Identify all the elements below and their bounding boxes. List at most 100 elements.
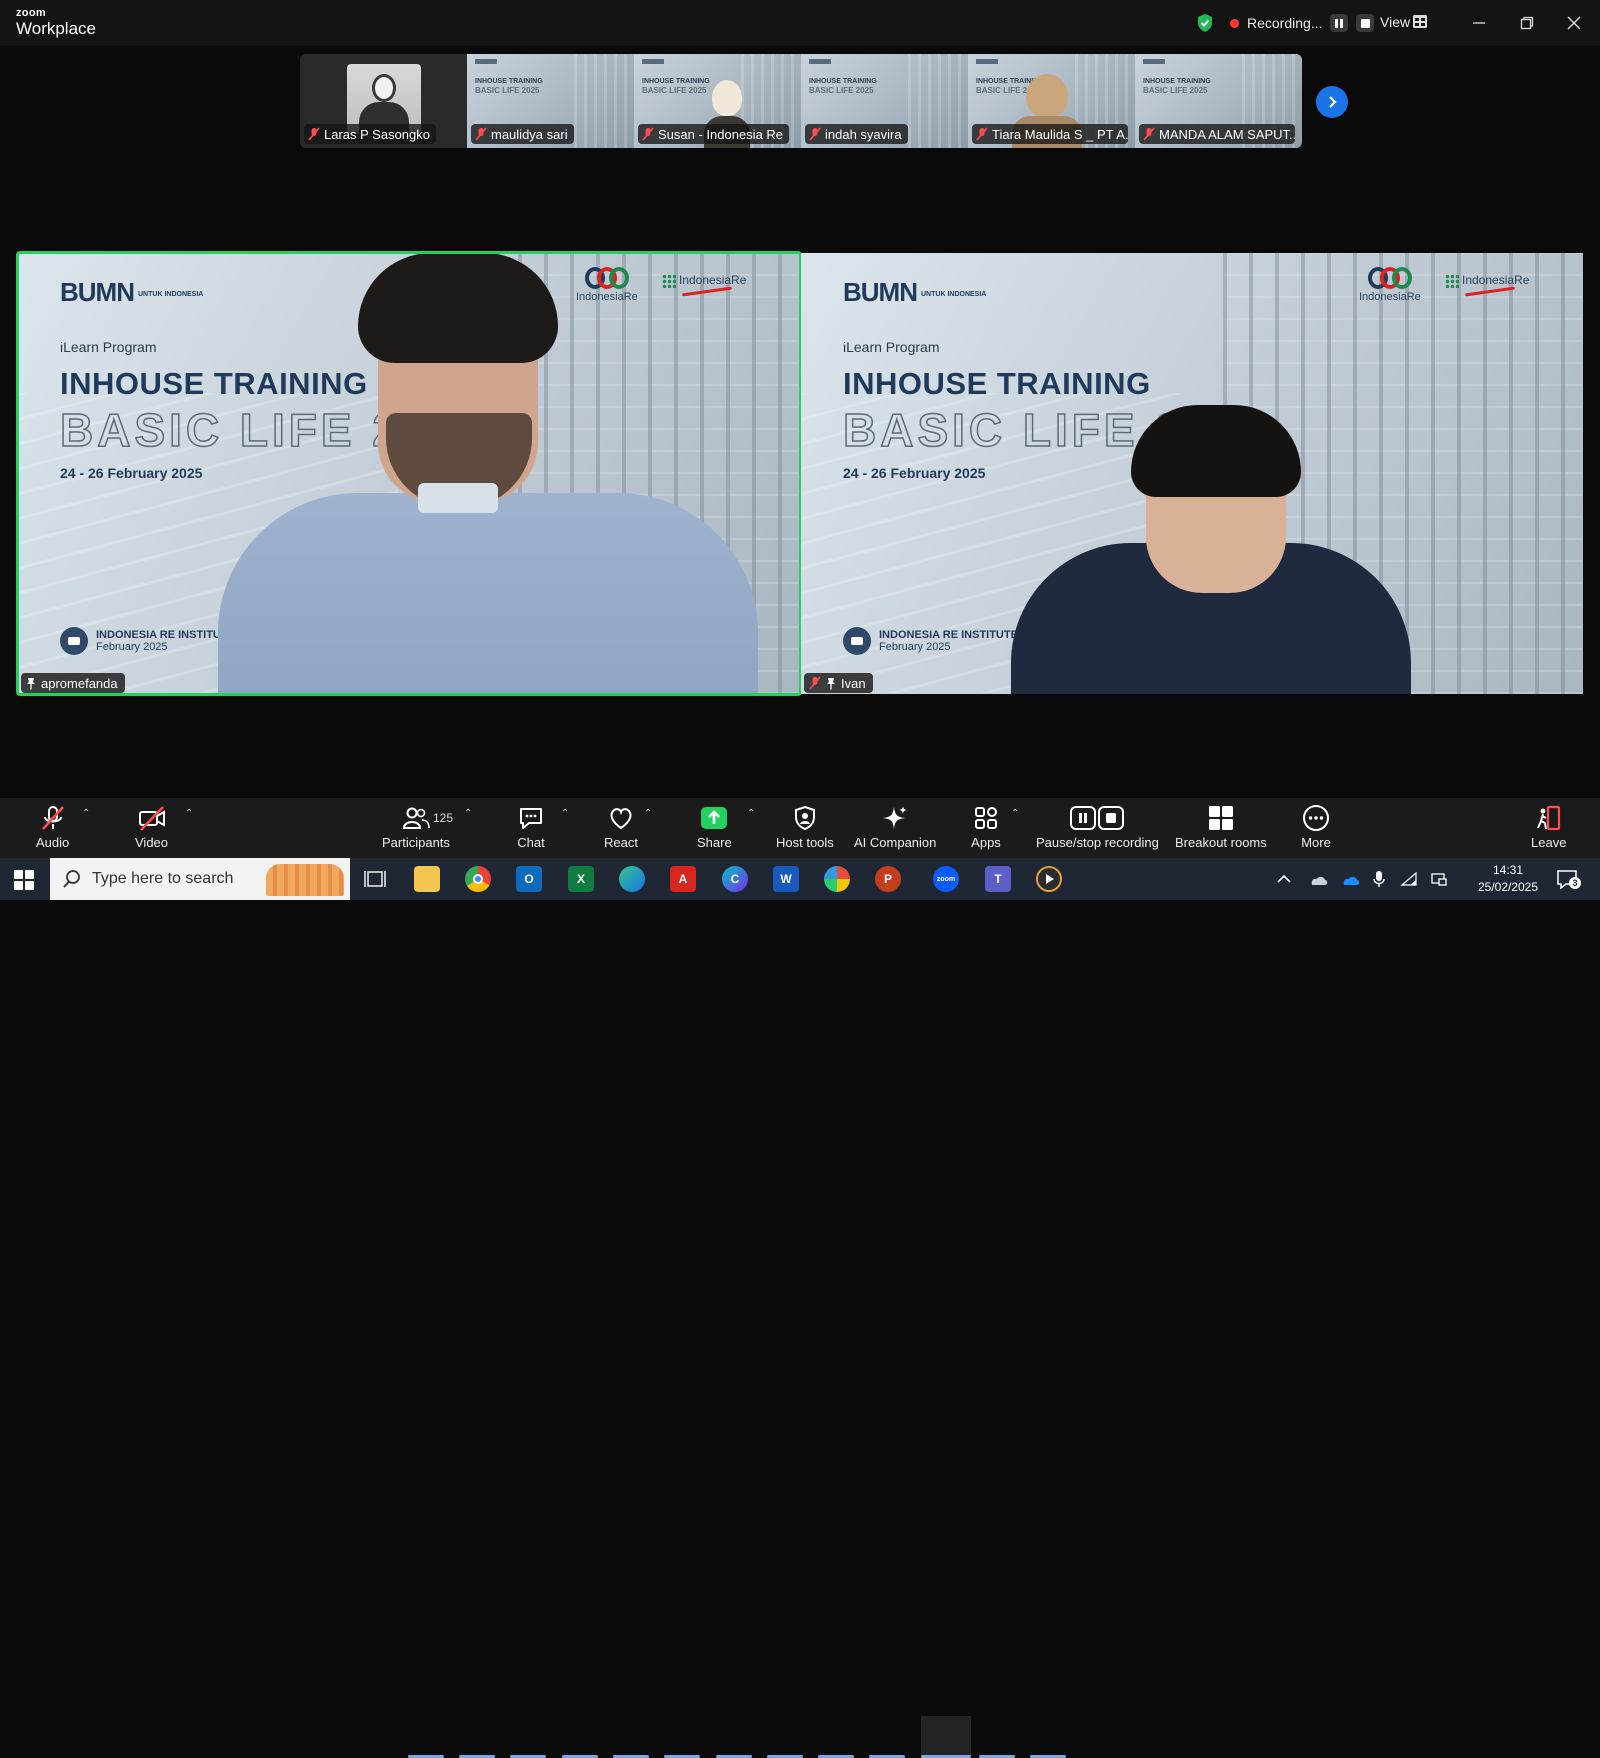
excel-icon[interactable]: X	[568, 866, 594, 892]
share-button[interactable]: Share	[697, 804, 732, 854]
participant-name: Laras P Sasongko	[324, 126, 430, 142]
leave-button[interactable]: Leave	[1531, 804, 1566, 854]
participant-tile[interactable]: INHOUSE TRAINING BASIC LIFE 2025 maulidya…	[467, 54, 634, 148]
more-button[interactable]: More	[1301, 804, 1331, 854]
apps-button[interactable]: Apps	[971, 804, 1001, 854]
clock-time: 14:31	[1492, 863, 1524, 877]
apps-options-caret-icon[interactable]: ⌃	[1011, 808, 1019, 819]
search-placeholder: Type here to search	[92, 870, 234, 887]
indonesia-re-institute-logo: IndonesiaRe	[1445, 273, 1529, 297]
paint-icon[interactable]	[824, 866, 850, 892]
zoom-taskbar-active	[921, 1716, 971, 1758]
muted-mic-icon	[308, 127, 320, 141]
ai-companion-button[interactable]: AI Companion	[854, 804, 936, 854]
participant-name: apromefanda	[41, 675, 118, 691]
word-icon[interactable]: W	[773, 866, 799, 892]
audio-button[interactable]: Audio	[36, 804, 69, 854]
task-view-icon[interactable]	[362, 866, 388, 892]
muted-mic-icon	[475, 127, 487, 141]
bumn-logo: BUMN UNTUK INDONESIA	[60, 277, 203, 308]
react-label: React	[604, 835, 638, 850]
muted-mic-icon	[809, 676, 821, 690]
host-tools-button[interactable]: Host tools	[776, 804, 834, 854]
media-player-icon[interactable]	[1036, 866, 1062, 892]
pause-stop-recording-button[interactable]: Pause/stop recording	[1036, 804, 1159, 854]
restore-button[interactable]	[1516, 12, 1538, 34]
filmstrip-next-button[interactable]	[1316, 86, 1348, 118]
slide-thumb-title: INHOUSE TRAINING	[475, 78, 543, 85]
video-label: Video	[135, 835, 169, 850]
breakout-rooms-button[interactable]: Breakout rooms	[1175, 804, 1267, 854]
shield-check-icon[interactable]	[1196, 13, 1214, 33]
participants-options-caret-icon[interactable]: ⌃	[464, 808, 472, 819]
bumn-text: BUMN	[60, 277, 135, 307]
share-options-caret-icon[interactable]: ⌃	[747, 808, 755, 819]
teams-icon[interactable]: T	[985, 866, 1011, 892]
muted-mic-icon	[642, 127, 654, 141]
close-button[interactable]	[1563, 12, 1585, 34]
edge-icon[interactable]	[619, 866, 645, 892]
breakout-rooms-icon	[1208, 806, 1233, 830]
title-bar: zoom Workplace Recording... View	[0, 0, 1600, 46]
notification-center-button[interactable]: 3	[1556, 868, 1581, 890]
recording-label: Recording...	[1247, 15, 1323, 31]
participant-tile[interactable]: INHOUSE TRAINING BASIC LIFE 2025 indah sy…	[801, 54, 968, 148]
recording-dot-icon	[1230, 18, 1239, 28]
share-label: Share	[697, 835, 732, 850]
stop-recording-button[interactable]	[1356, 14, 1375, 32]
slide-program: iLearn Program	[843, 339, 940, 355]
participant-tile[interactable]: INHOUSE TRAINING BASIC LIFE 2025 Tiara Ma…	[968, 54, 1135, 148]
zoom-icon[interactable]: zoom	[933, 866, 959, 892]
participant-name: indah syavira	[825, 126, 902, 142]
wifi-icon[interactable]	[1400, 871, 1418, 887]
windows-start-icon[interactable]	[14, 870, 34, 890]
participant-filmstrip: Laras P Sasongko INHOUSE TRAINING BASIC L…	[300, 54, 1302, 148]
pin-icon	[827, 677, 835, 689]
slide-thumbnail-title: INHOUSE TRAINING BASIC LIFE 2025	[1143, 78, 1211, 96]
slide-thumbnail-title: INHOUSE TRAINING BASIC LIFE 2025	[642, 78, 710, 96]
chat-options-caret-icon[interactable]: ⌃	[561, 808, 569, 819]
powerpoint-icon[interactable]: P	[875, 866, 901, 892]
chat-button[interactable]: Chat	[516, 804, 546, 854]
bumn-subtext: UNTUK INDONESIA	[138, 290, 204, 298]
indonesia-re-logo: IndonesiaRe	[1359, 267, 1421, 303]
file-explorer-icon[interactable]	[414, 866, 440, 892]
onedrive-icon[interactable]	[1340, 871, 1360, 887]
muted-mic-icon	[41, 806, 64, 830]
participant-tile[interactable]: INHOUSE TRAINING BASIC LIFE 2025 Susan - …	[634, 54, 801, 148]
leave-label: Leave	[1531, 835, 1567, 850]
slide-thumb-subtitle: BASIC LIFE 2025	[642, 86, 707, 96]
audio-options-caret-icon[interactable]: ⌃	[82, 808, 90, 819]
participant-tile[interactable]: INHOUSE TRAINING BASIC LIFE 2025 MANDA AL…	[1135, 54, 1302, 148]
video-options-caret-icon[interactable]: ⌃	[185, 808, 193, 819]
acrobat-icon[interactable]: A	[670, 866, 696, 892]
participant-tile[interactable]: Laras P Sasongko	[300, 54, 467, 148]
taskbar-clock[interactable]: 14:31 25/02/2025	[1470, 862, 1546, 896]
participant-name-tag: Laras P Sasongko	[304, 124, 436, 144]
react-options-caret-icon[interactable]: ⌃	[644, 808, 652, 819]
chrome-icon[interactable]	[465, 866, 491, 892]
pause-icon	[1335, 18, 1344, 28]
video-button[interactable]: Video	[135, 804, 168, 854]
canva-icon[interactable]: C	[722, 866, 748, 892]
pause-recording-button[interactable]	[1330, 14, 1349, 32]
video-tile[interactable]: BUMN UNTUK INDONESIA IndonesiaRe Indonesi…	[801, 253, 1583, 694]
onedrive-personal-icon[interactable]	[1308, 871, 1328, 887]
participants-count: 125	[433, 811, 454, 825]
video-tile-active-speaker[interactable]: BUMN UNTUK INDONESIA IndonesiaRe Indonesi…	[18, 253, 800, 694]
minimize-button[interactable]	[1468, 12, 1490, 34]
slide-dates: 24 - 26 February 2025	[843, 465, 986, 481]
close-icon	[1567, 16, 1581, 30]
microphone-icon[interactable]	[1372, 870, 1386, 888]
participant-name-tag: MANDA ALAM SAPUT...	[1139, 124, 1295, 144]
react-button[interactable]: React	[604, 804, 638, 854]
bumn-logo: BUMN UNTUK INDONESIA	[843, 277, 986, 308]
network-icon[interactable]	[1430, 871, 1448, 887]
view-button[interactable]: View	[1380, 14, 1410, 30]
outlook-icon[interactable]: O	[516, 866, 542, 892]
taskbar-search[interactable]: Type here to search	[50, 858, 350, 900]
gallery-view-icon[interactable]	[1413, 15, 1427, 28]
breakout-rooms-label: Breakout rooms	[1175, 835, 1267, 850]
chevron-up-icon[interactable]	[1276, 872, 1292, 886]
participant-name-tag: indah syavira	[805, 124, 908, 144]
